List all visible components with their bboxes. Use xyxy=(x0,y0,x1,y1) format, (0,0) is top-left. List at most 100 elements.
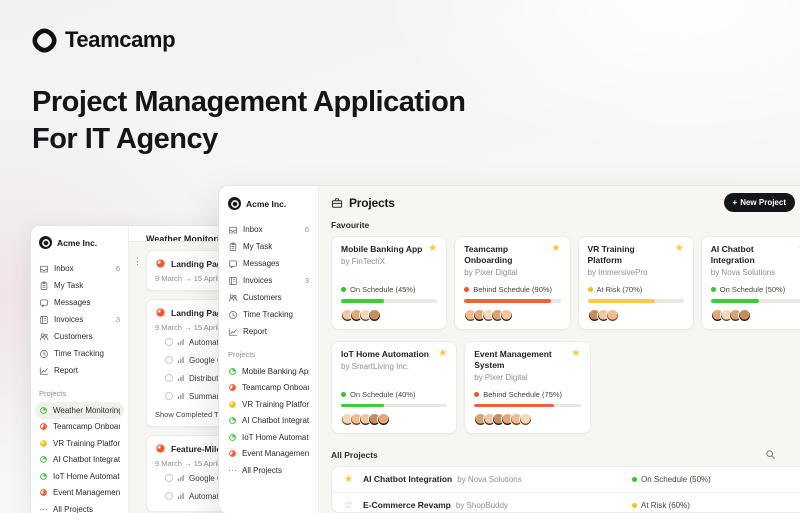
favourite-section-label: Favourite xyxy=(331,220,800,230)
sidebar-project-event-management[interactable]: Event Management... xyxy=(39,485,120,502)
projects-section-label: Projects xyxy=(39,389,120,398)
project-status-pie-icon xyxy=(228,416,237,425)
progress-bar xyxy=(464,299,560,303)
star-icon[interactable]: ★ xyxy=(438,349,447,359)
project-card-vr-training[interactable]: VR Training Platform ★ by ImmersivePro A… xyxy=(578,236,694,330)
project-card-teamcamp-onboarding[interactable]: Teamcamp Onboarding ★ by Pixer Digital B… xyxy=(454,236,570,330)
star-icon[interactable]: ★ xyxy=(675,244,684,254)
status-dot xyxy=(632,477,637,482)
sidebar-item-customers[interactable]: Customers xyxy=(39,328,120,345)
checkbox-icon[interactable] xyxy=(165,474,173,482)
status-dot xyxy=(341,287,346,292)
sidebar-item-all-projects[interactable]: ··· All Projects xyxy=(228,462,309,479)
sidebar-project-teamcamp-onboarding[interactable]: Teamcamp Onboardi... xyxy=(39,419,120,436)
project-status-pie-icon xyxy=(228,449,237,458)
sidebar-project-iot-home[interactable]: IoT Home Automation xyxy=(228,429,309,446)
inbox-icon xyxy=(228,225,238,235)
sidebar-project-vr-training[interactable]: VR Training Platform xyxy=(228,396,309,413)
sidebar-item-messages[interactable]: Messages xyxy=(228,255,309,272)
status-dot xyxy=(632,503,637,508)
invoices-badge: 3 xyxy=(116,315,120,324)
all-projects-header: All Projects xyxy=(331,449,800,460)
star-icon[interactable]: ★ xyxy=(344,475,358,485)
checkbox-icon[interactable] xyxy=(165,356,173,364)
sidebar-project-event-management[interactable]: Event Management... xyxy=(228,446,309,463)
page-title-line1: Project Management Application xyxy=(32,84,466,121)
sidebar-item-messages[interactable]: Messages xyxy=(39,294,120,311)
avatar-stack xyxy=(341,413,447,426)
checkbox-icon[interactable] xyxy=(165,492,173,500)
progress-bar xyxy=(588,299,684,303)
workspace-switcher[interactable]: Acme Inc. xyxy=(228,197,309,210)
priority-bars-icon xyxy=(177,374,185,382)
star-outline-icon[interactable]: ☆ xyxy=(344,501,358,511)
sidebar-project-ai-chatbot[interactable]: AI Chatbot Integration xyxy=(39,452,120,469)
plus-icon: + xyxy=(733,198,738,207)
progress-bar xyxy=(341,404,447,408)
projects-title: Projects xyxy=(349,196,395,210)
sidebar-project-weather-monitoring[interactable]: Weather Monitoring... xyxy=(35,402,124,419)
project-status-pie-icon xyxy=(39,455,48,464)
project-status-pie-icon xyxy=(39,439,48,448)
sidebar-project-vr-training[interactable]: VR Training Platform xyxy=(39,435,120,452)
star-icon[interactable]: ★ xyxy=(552,244,561,254)
project-status-pie-icon xyxy=(228,383,237,392)
sidebar-item-invoices[interactable]: Invoices 3 xyxy=(228,272,309,289)
project-status-pie-icon xyxy=(39,488,48,497)
sidebar-project-iot-home[interactable]: IoT Home Automation xyxy=(39,468,120,485)
drag-handle-icon[interactable]: ⋮ xyxy=(133,256,142,267)
sidebar-item-all-projects[interactable]: ··· All Projects xyxy=(39,501,120,513)
status-dot xyxy=(474,392,479,397)
sidebar-item-customers[interactable]: Customers xyxy=(228,289,309,306)
ellipsis-icon: ··· xyxy=(228,466,237,475)
star-icon[interactable]: ★ xyxy=(428,244,437,254)
status-text: At Risk (70%) xyxy=(597,285,643,294)
page-title: Project Management Application For IT Ag… xyxy=(32,84,466,158)
priority-bars-icon xyxy=(177,474,185,482)
project-row-ai-chatbot[interactable]: ★ AI Chatbot Integration by Nova Solutio… xyxy=(332,467,800,493)
workspace-logo-icon xyxy=(228,197,241,210)
sidebar-item-inbox[interactable]: Inbox 6 xyxy=(39,260,120,277)
search-icon[interactable] xyxy=(765,449,776,460)
new-project-button[interactable]: + New Project xyxy=(724,193,795,212)
task-progress-pie-icon xyxy=(155,258,166,269)
report-icon xyxy=(228,327,238,337)
sidebar-item-time-tracking[interactable]: Time Tracking xyxy=(228,306,309,323)
project-status-pie-icon xyxy=(228,433,237,442)
workspace-switcher[interactable]: Acme Inc. xyxy=(39,236,120,249)
project-row-owner: by ShopBuddy xyxy=(456,501,508,510)
project-card-owner: by Pixer Digital xyxy=(474,373,580,382)
project-card-title: AI Chatbot Integration xyxy=(711,244,794,266)
task-icon xyxy=(39,281,49,291)
project-card-iot-home[interactable]: IoT Home Automation ★ by SmartLiving Inc… xyxy=(331,341,457,435)
avatar xyxy=(519,413,532,426)
project-card-title: IoT Home Automation xyxy=(341,349,429,360)
sidebar-item-time-tracking[interactable]: Time Tracking xyxy=(39,345,120,362)
project-row-ecommerce-revamp[interactable]: ☆ E-Commerce Revamp by ShopBuddy At Risk… xyxy=(332,493,800,513)
project-card-event-management[interactable]: Event Management System ★ by Pixer Digit… xyxy=(464,341,590,435)
checkbox-icon[interactable] xyxy=(165,374,173,382)
checkbox-icon[interactable] xyxy=(165,392,173,400)
sidebar-item-inbox[interactable]: Inbox 6 xyxy=(228,221,309,238)
project-card-owner: by Pixer Digital xyxy=(464,268,560,277)
project-status-pie-icon xyxy=(39,422,48,431)
checkbox-icon[interactable] xyxy=(165,338,173,346)
progress-bar xyxy=(711,299,800,303)
project-card-mobile-banking[interactable]: Mobile Banking App ★ by FinTechX On Sche… xyxy=(331,236,447,330)
invoices-icon xyxy=(228,276,238,286)
project-card-ai-chatbot[interactable]: AI Chatbot Integration ★ by Nova Solutio… xyxy=(701,236,800,330)
sidebar-project-mobile-banking[interactable]: Mobile Banking App xyxy=(228,363,309,380)
sidebar-item-report[interactable]: Report xyxy=(228,323,309,340)
sidebar-item-invoices[interactable]: Invoices 3 xyxy=(39,311,120,328)
sidebar-project-ai-chatbot[interactable]: AI Chatbot Integration xyxy=(228,413,309,430)
project-card-title: Mobile Banking App xyxy=(341,244,422,255)
sidebar-project-teamcamp-onboarding[interactable]: Teamcamp Onboardi... xyxy=(228,380,309,397)
sidebar-item-my-task[interactable]: My Task xyxy=(39,277,120,294)
right-app-window: Acme Inc. Inbox 6 My Task Messages Invoi… xyxy=(218,185,800,513)
inbox-badge: 6 xyxy=(116,264,120,273)
sidebar-item-my-task[interactable]: My Task xyxy=(228,238,309,255)
sidebar-item-report[interactable]: Report xyxy=(39,362,120,379)
brand-name: Teamcamp xyxy=(65,27,175,53)
star-icon[interactable]: ★ xyxy=(572,349,581,359)
sidebar: Acme Inc. Inbox 6 My Task Messages Invoi… xyxy=(219,186,319,513)
